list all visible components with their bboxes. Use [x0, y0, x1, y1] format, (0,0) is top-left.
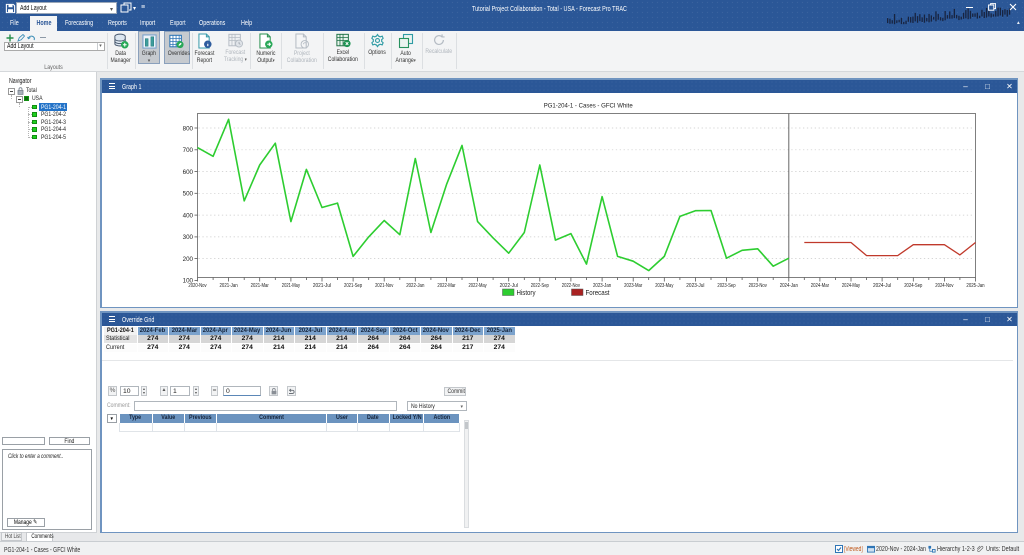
svg-text:2021-Mar: 2021-Mar — [250, 283, 268, 289]
svg-text:PG1-204-1 - Cases - GFCI White: PG1-204-1 - Cases - GFCI White — [543, 102, 632, 109]
svg-text:400: 400 — [182, 212, 193, 219]
svg-text:2024-Jul: 2024-Jul — [873, 283, 891, 289]
svg-text:History: History — [516, 290, 535, 297]
svg-text:2022-Jan: 2022-Jan — [406, 283, 424, 289]
svg-text:2024-Nov: 2024-Nov — [935, 283, 953, 289]
svg-text:2023-Jul: 2023-Jul — [686, 283, 704, 289]
svg-text:2024-May: 2024-May — [841, 283, 859, 289]
svg-text:2021-Sep: 2021-Sep — [344, 283, 362, 289]
svg-text:2022-May: 2022-May — [468, 283, 486, 289]
svg-text:2021-May: 2021-May — [281, 283, 299, 289]
svg-text:700: 700 — [182, 147, 193, 154]
svg-text:2021-Nov: 2021-Nov — [375, 283, 393, 289]
svg-text:2023-May: 2023-May — [655, 283, 673, 289]
svg-text:2023-Mar: 2023-Mar — [624, 283, 642, 289]
svg-text:600: 600 — [182, 168, 193, 175]
svg-text:2022-Jul: 2022-Jul — [499, 283, 517, 289]
svg-text:2025-Jan: 2025-Jan — [966, 283, 984, 289]
svg-text:2024-Sep: 2024-Sep — [904, 283, 922, 289]
svg-text:2023-Sep: 2023-Sep — [717, 283, 735, 289]
svg-text:200: 200 — [182, 255, 193, 262]
svg-text:2022-Sep: 2022-Sep — [530, 283, 548, 289]
svg-text:2022-Nov: 2022-Nov — [561, 283, 579, 289]
svg-text:2023-Nov: 2023-Nov — [748, 283, 766, 289]
svg-text:2021-Jul: 2021-Jul — [312, 283, 330, 289]
svg-text:2022-Mar: 2022-Mar — [437, 283, 455, 289]
svg-text:2024-Mar: 2024-Mar — [810, 283, 828, 289]
svg-text:800: 800 — [182, 125, 193, 132]
svg-text:2023-Jan: 2023-Jan — [593, 283, 611, 289]
svg-text:2020-Nov: 2020-Nov — [188, 283, 206, 289]
svg-text:500: 500 — [182, 190, 193, 197]
svg-text:2024-Jan: 2024-Jan — [779, 283, 797, 289]
svg-text:2021-Jan: 2021-Jan — [219, 283, 237, 289]
svg-text:300: 300 — [182, 234, 193, 241]
svg-text:Forecast: Forecast — [585, 290, 609, 297]
